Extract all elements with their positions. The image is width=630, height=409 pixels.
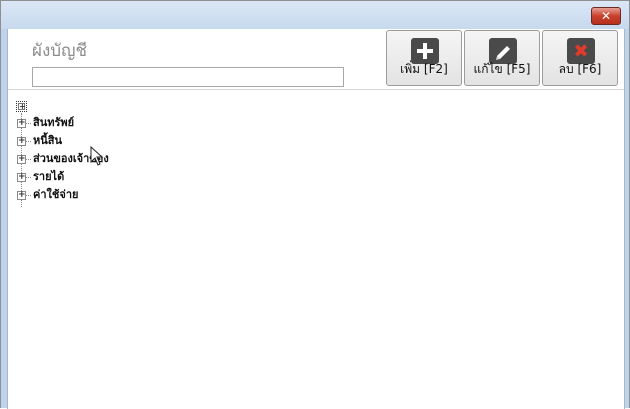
expand-icon[interactable]: + [17,191,26,200]
root-expander[interactable]: + [16,101,27,112]
tree-branch-line [26,141,31,142]
tree-item-label: รายได้ [33,170,65,183]
window-client-area: ผังบัญชี เพิ่ม [F2] แก้ไข [F5] ✖ ลบ [F6] [7,29,625,409]
expand-icon[interactable]: + [17,137,26,146]
tree-branch-line [26,159,31,160]
add-button-label: เพิ่ม [F2] [400,62,448,76]
mouse-pointer-icon [90,145,104,170]
expand-icon[interactable]: + [17,119,26,128]
tree-item-label: ค่าใช้จ่าย [33,188,79,201]
title-input[interactable] [32,67,344,87]
page-title: ผังบัญชี [32,41,88,61]
edit-button-label: แก้ไข [F5] [473,62,531,76]
tree-branch-line [26,177,31,178]
close-button[interactable]: ✕ [591,7,621,25]
expand-icon[interactable]: + [17,155,26,164]
title-bar: ✕ [1,1,629,29]
root-expander-glyph: + [18,102,26,111]
header-panel: ผังบัญชี เพิ่ม [F2] แก้ไข [F5] ✖ ลบ [F6] [8,29,624,90]
delete-button[interactable]: ✖ ลบ [F6] [542,30,618,86]
add-button[interactable]: เพิ่ม [F2] [386,30,462,86]
delete-button-label: ลบ [F6] [558,62,602,76]
app-window: ✕ ผังบัญชี เพิ่ม [F2] แก้ไข [F5] ✖ ลบ [F… [0,0,630,409]
tree-item-label: สินทรัพย์ [33,116,75,129]
close-icon: ✕ [600,9,612,23]
tree-branch-line [26,123,31,124]
tree-item-label: หนี้สิน [33,134,63,147]
expand-icon[interactable]: + [17,173,26,182]
tree-branch-line [26,195,31,196]
edit-button[interactable]: แก้ไข [F5] [464,30,540,86]
account-tree: + + สินทรัพย์ + หนี้สิน + ส่วนของเจ้าของ… [8,91,624,409]
